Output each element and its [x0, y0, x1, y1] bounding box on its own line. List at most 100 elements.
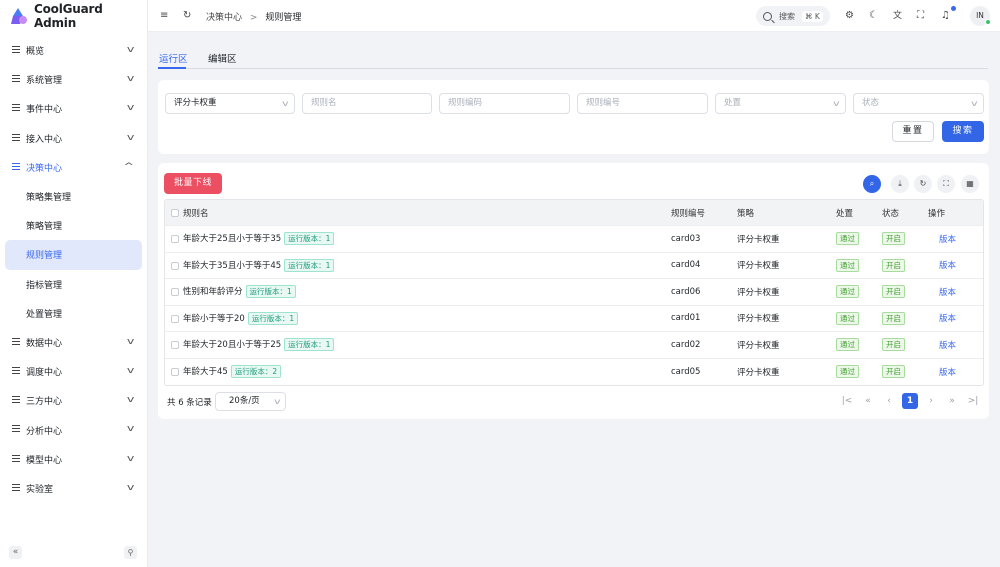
sidebar-subitem-policy[interactable]: 策略管理 — [5, 211, 142, 240]
sidebar-item-events[interactable]: 事件中心 v — [0, 94, 147, 123]
status-tag: 开启 — [882, 338, 905, 352]
breadcrumb-item-decision[interactable]: 决策中心 — [206, 13, 242, 23]
column-header-policy: 策略 — [737, 208, 755, 219]
chevron-down-icon: v — [282, 99, 289, 108]
sidebar-subitem-rule[interactable]: 规则管理 — [5, 240, 142, 270]
sidebar-subitem-disposal[interactable]: 处置管理 — [5, 299, 142, 328]
sidebar-item-label: 模型中心 — [26, 455, 63, 466]
row-checkbox[interactable] — [171, 261, 179, 270]
collapse-sidebar-icon[interactable]: « — [9, 546, 22, 559]
menu-icon — [12, 162, 20, 170]
page-number-current[interactable]: 1 — [902, 393, 918, 409]
last-page-icon[interactable]: >| — [965, 393, 981, 409]
brand[interactable]: CoolGuard Admin — [0, 0, 147, 32]
tab-editing[interactable]: 编辑区 — [208, 51, 237, 65]
search-shortcut: ⌘ K — [802, 10, 823, 22]
sidebar-item-model[interactable]: 模型中心 v — [0, 445, 147, 474]
row-checkbox[interactable] — [171, 367, 179, 376]
fullscreen-icon[interactable]: ⛶ — [937, 175, 955, 193]
sidebar-subitem-policy-set[interactable]: 策略集管理 — [5, 182, 142, 211]
sidebar-item-label: 系统管理 — [26, 76, 63, 87]
pin-icon[interactable]: ⚲ — [124, 546, 137, 559]
next-group-icon[interactable]: » — [944, 393, 960, 409]
notification-dot — [951, 6, 956, 11]
sidebar-item-label: 实验室 — [26, 484, 54, 495]
chevron-down-icon: v — [833, 99, 840, 108]
version-link[interactable]: 版本 — [928, 259, 956, 271]
column-settings-icon[interactable]: ▦ — [961, 175, 979, 193]
chevron-down-icon: v — [126, 424, 135, 435]
chevron-up-icon: ^ — [123, 161, 135, 172]
rule-policy: 评分卡权重 — [737, 287, 780, 298]
row-checkbox[interactable] — [171, 341, 179, 349]
menu-icon — [12, 396, 20, 404]
sidebar-item-label: 分析中心 — [26, 426, 63, 437]
sidebar-item-system[interactable]: 系统管理 v — [0, 65, 147, 94]
rules-table: 规则名 规则编号 策略 处置 状态 操作 年龄大于25且小于等于35 运行版本：1… — [164, 199, 984, 386]
rule-name: 年龄小于等于20 — [183, 313, 245, 324]
version-link[interactable]: 版本 — [928, 286, 956, 298]
rule-name-input[interactable]: 规则名 — [302, 93, 432, 114]
row-checkbox[interactable] — [171, 288, 179, 296]
fullscreen-icon[interactable]: ⛶ — [917, 10, 924, 22]
version-link[interactable]: 版本 — [928, 233, 956, 245]
sidebar-item-overview[interactable]: 概览 v — [0, 36, 147, 65]
status-select[interactable]: 状态 v — [853, 93, 984, 114]
prev-page-icon[interactable]: ‹ — [881, 393, 897, 409]
row-checkbox[interactable] — [171, 314, 179, 323]
download-icon[interactable]: ⤓ — [891, 175, 909, 193]
sidebar-item-label: 决策中心 — [26, 163, 63, 174]
sidebar-item-third-party[interactable]: 三方中心 v — [0, 386, 147, 415]
prev-group-icon[interactable]: « — [860, 393, 876, 409]
dark-mode-icon[interactable]: ☾ — [869, 10, 878, 22]
menu-icon — [12, 46, 20, 53]
avatar[interactable]: IN — [970, 6, 991, 26]
menu-toggle-icon[interactable]: ≡ — [160, 10, 168, 22]
tab-running[interactable]: 运行区 — [159, 51, 188, 65]
disposal-select[interactable]: 处置 v — [715, 93, 846, 114]
sidebar-item-access[interactable]: 接入中心 v — [0, 124, 147, 153]
chevron-down-icon: v — [126, 103, 135, 114]
version-link[interactable]: 版本 — [928, 339, 956, 351]
notification-bell-icon[interactable]: ♫ — [941, 10, 950, 22]
global-search-button[interactable]: 搜索 ⌘ K — [756, 6, 830, 26]
version-badge: 运行版本：1 — [284, 232, 335, 246]
translate-icon[interactable]: 文 — [893, 10, 902, 22]
sidebar-item-analysis[interactable]: 分析中心 v — [0, 415, 147, 444]
version-link[interactable]: 版本 — [928, 366, 956, 378]
sidebar-item-decision[interactable]: 决策中心 ^ — [0, 153, 147, 182]
total-records: 共 6 条记录 — [167, 398, 212, 408]
menu-icon — [12, 337, 20, 345]
batch-offline-button[interactable]: 批量下线 — [164, 173, 222, 194]
next-page-icon[interactable]: › — [923, 393, 939, 409]
reset-button[interactable]: 重置 — [892, 121, 934, 142]
settings-icon[interactable]: ⚙ — [845, 10, 854, 22]
column-header-actions: 操作 — [928, 208, 946, 219]
rule-number-input[interactable]: 规则编号 — [577, 93, 708, 114]
rule-policy: 评分卡权重 — [737, 261, 780, 272]
search-button[interactable]: 搜索 — [942, 121, 984, 142]
first-page-icon[interactable]: |< — [839, 393, 855, 409]
version-link[interactable]: 版本 — [928, 312, 956, 324]
sidebar-subitem-metric[interactable]: 指标管理 — [5, 270, 142, 299]
search-toggle-icon[interactable]: ⌕ — [863, 175, 881, 193]
sidebar-item-data[interactable]: 数据中心 v — [0, 328, 147, 357]
app-title: CoolGuard Admin — [34, 2, 103, 30]
page-size-select[interactable]: 20条/页 v — [215, 392, 286, 411]
rule-code: card01 — [671, 313, 701, 324]
menu-icon — [12, 483, 20, 491]
select-all-checkbox[interactable] — [171, 209, 179, 217]
breadcrumb-item-rule: 规则管理 — [265, 13, 302, 23]
refresh-icon[interactable]: ↻ — [183, 10, 191, 22]
row-checkbox[interactable] — [171, 235, 179, 243]
breadcrumb-separator-icon: > — [249, 13, 258, 23]
chevron-down-icon: v — [126, 336, 135, 347]
menu-icon — [12, 367, 20, 375]
sidebar-item-schedule[interactable]: 调度中心 v — [0, 357, 147, 386]
rule-code-input[interactable]: 规则编码 — [439, 93, 570, 114]
scorecard-select[interactable]: 评分卡权重 v — [165, 93, 295, 114]
refresh-icon[interactable]: ↻ — [914, 175, 932, 193]
chevron-down-icon: v — [126, 482, 135, 493]
pagination: 共 6 条记录 20条/页 v |< « ‹ 1 › » >| — [158, 391, 989, 413]
sidebar-item-lab[interactable]: 实验室 v — [0, 474, 147, 503]
